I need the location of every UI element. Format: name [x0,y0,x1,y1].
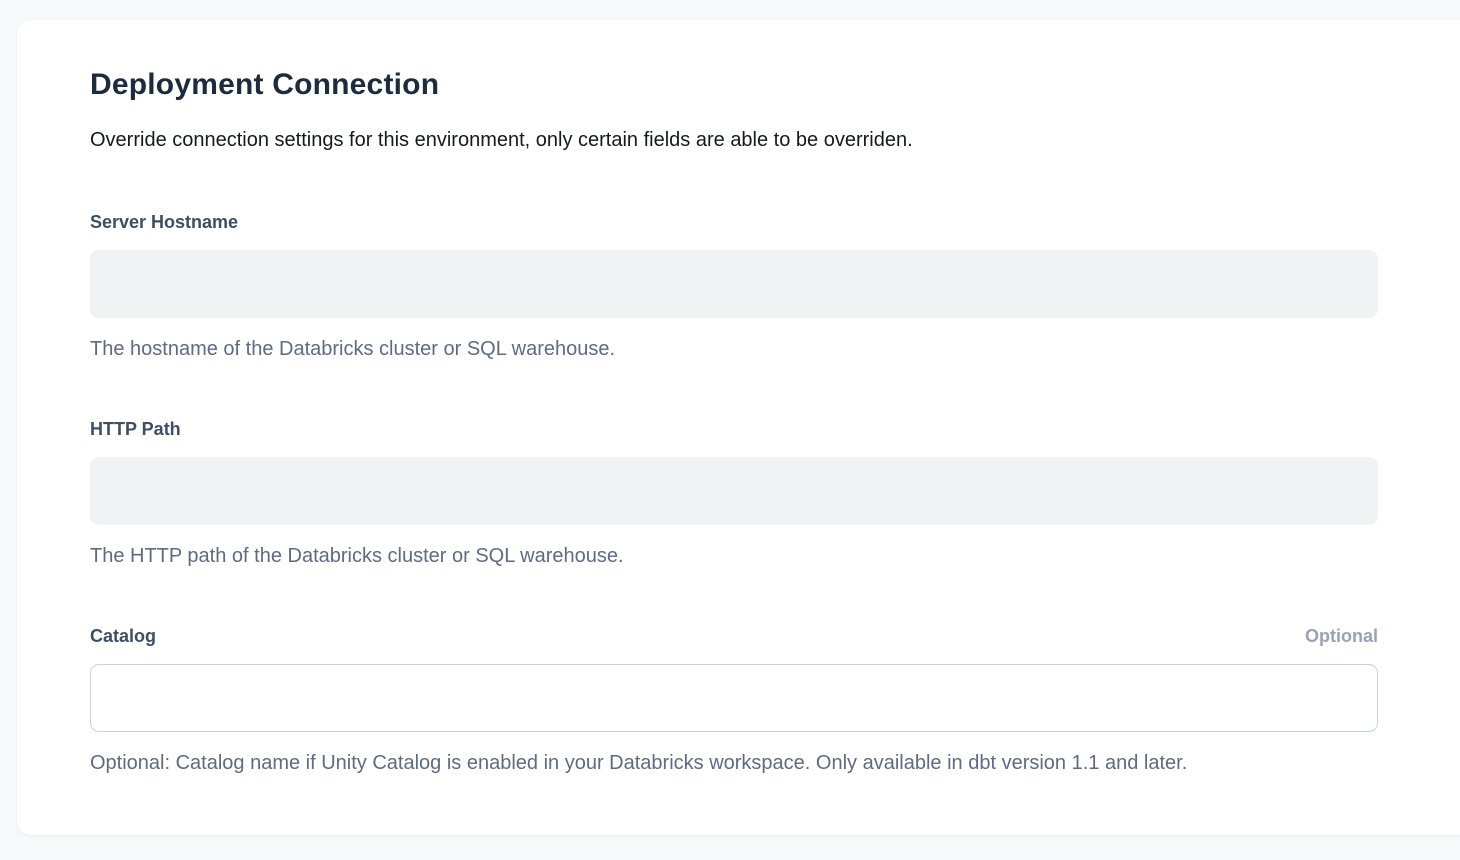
deployment-connection-card: Deployment Connection Override connectio… [17,20,1460,835]
label-row: Server Hostname [90,210,1378,234]
server-hostname-helper-text: The hostname of the Databricks cluster o… [90,336,1378,363]
label-row: Catalog Optional [90,624,1378,648]
page-title: Deployment Connection [90,66,1378,104]
field-group-catalog: Catalog Optional Optional: Catalog name … [90,624,1378,777]
optional-badge: Optional [1305,624,1378,648]
server-hostname-input [90,250,1378,318]
card-content: Deployment Connection Override connectio… [90,66,1378,777]
http-path-label: HTTP Path [90,417,181,441]
page-subtitle: Override connection settings for this en… [90,126,1378,154]
http-path-helper-text: The HTTP path of the Databricks cluster … [90,543,1378,570]
http-path-input [90,457,1378,525]
page: { "page": { "background_color": "#f7f8fa… [0,20,1460,860]
catalog-input[interactable] [90,664,1378,732]
label-row: HTTP Path [90,417,1378,441]
field-group-server-hostname: Server Hostname The hostname of the Data… [90,210,1378,363]
field-group-http-path: HTTP Path The HTTP path of the Databrick… [90,417,1378,570]
server-hostname-label: Server Hostname [90,210,238,234]
catalog-helper-text: Optional: Catalog name if Unity Catalog … [90,750,1378,777]
catalog-label: Catalog [90,624,156,648]
